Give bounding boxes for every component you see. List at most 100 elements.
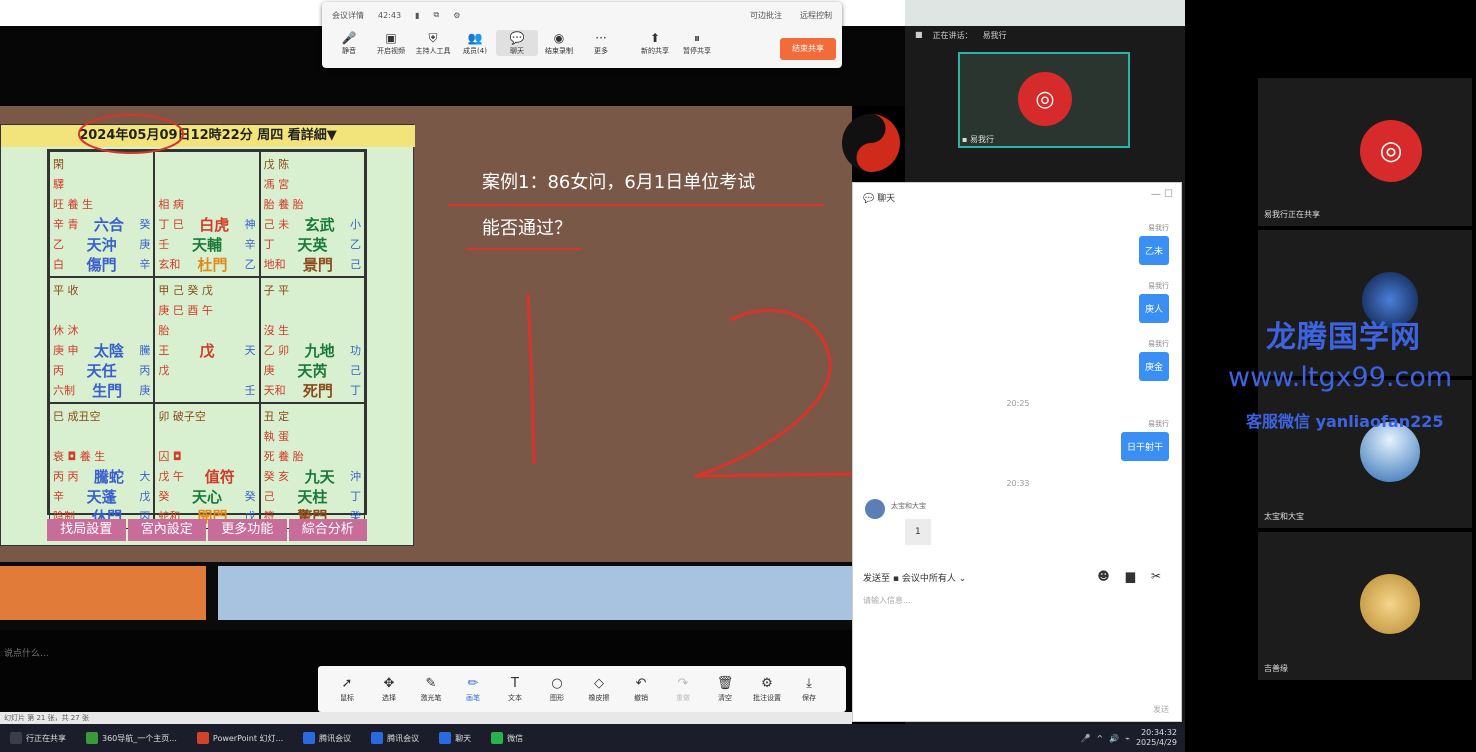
cell-star: 傷門: [86, 255, 117, 274]
cell-line: 胎: [158, 320, 255, 340]
chat-button[interactable]: 💬 聊天: [496, 30, 538, 56]
tool-redo[interactable]: ↷ 重做: [662, 675, 704, 703]
taskbar-item[interactable]: 微信: [481, 724, 533, 752]
cell-text: 胎: [158, 324, 170, 337]
chevron-down-icon: ⌄: [958, 574, 967, 584]
cell-line: 辛 天蓬 戊: [53, 486, 150, 506]
emoji-icon[interactable]: ☻: [1097, 569, 1110, 583]
chat-input[interactable]: 请输入信息...: [863, 595, 911, 606]
tool-clear[interactable]: 🗑 清空: [704, 675, 746, 703]
settings-icon[interactable]: ⚙: [453, 11, 460, 20]
wechat-icon: [491, 732, 504, 744]
cell-star: 天英: [297, 235, 328, 254]
minimize-icon[interactable]: —: [1151, 189, 1161, 200]
find-layout-button[interactable]: 找局設置: [47, 519, 126, 541]
tool-text[interactable]: T 文本: [494, 675, 536, 703]
screenshot-icon[interactable]: ✂: [1151, 569, 1161, 583]
cell-line: 執 蛋: [264, 426, 361, 446]
cell-line: 乙 天沖 庚: [53, 234, 150, 254]
board-cell[interactable]: 卯 破子空囚 ◘ 戊 午值符癸天心癸蛇和 開門戊: [154, 403, 260, 529]
cell-line: 平 收: [53, 280, 150, 300]
move-icon: ✥: [383, 676, 395, 691]
host-tools-button[interactable]: ⛨ 主持人工具: [412, 30, 454, 56]
cell-text: 驛: [53, 178, 64, 191]
board-cell[interactable]: 子 平沒 生乙 卯 九地 功庚 天芮 己天和 死門 丁: [259, 277, 365, 403]
cell-line: 卯 破子空: [158, 406, 255, 426]
cell-star: 生門: [92, 381, 123, 400]
taskbar-item[interactable]: 聊天: [429, 724, 481, 752]
participant-name: 吉善缘: [1264, 664, 1288, 673]
meeting-buttons: 🎤 静音 ▣ 开启视频 ⛨ 主持人工具 👥 成员(4) 💬 聊天 ◉ 结束录制 ··· 更多 …: [328, 30, 838, 64]
tool-shape[interactable]: ○ 图形: [536, 675, 578, 703]
comment-placeholder[interactable]: 说点什么...: [4, 646, 49, 659]
tool-select[interactable]: ✥ 选择: [368, 675, 410, 703]
cell-text: 地和: [263, 258, 286, 271]
send-to-selector[interactable]: 发送至 ▪ 会议中所有人 ⌄: [863, 571, 966, 584]
maximize-icon[interactable]: ☐: [1164, 189, 1173, 200]
chat-message: 易我行 日干射干: [1120, 419, 1169, 461]
taskbar-item[interactable]: 360导航_一个主页...: [76, 724, 187, 752]
cell-line: 己 未 玄武 小: [264, 214, 361, 234]
board-cell[interactable]: 閑驛旺 養 生辛 青 六合 癸乙 天沖 庚白 傷門 辛: [49, 151, 155, 277]
more-button[interactable]: ··· 更多: [580, 30, 622, 56]
meeting-timer: 42:43: [378, 10, 402, 20]
meeting-details-link[interactable]: 会议详情: [332, 10, 364, 21]
record-button[interactable]: ◉ 结束录制: [538, 30, 580, 56]
board-cell[interactable]: 相 病丁 巳 白虎 神壬 天輔 辛玄和 杜門 乙: [154, 151, 260, 277]
redo-icon: ↷: [677, 676, 689, 691]
chevron-up-icon[interactable]: ^: [1096, 734, 1103, 743]
board-cell[interactable]: 平 收休 沐庚 申 太陰 騰丙 天任 丙六制 生門 庚: [49, 277, 155, 403]
pen-icon: ✏: [467, 676, 479, 691]
participant-tile[interactable]: ◎ 易我行正在共享: [1258, 78, 1472, 226]
tool-undo[interactable]: ↶ 撤销: [620, 675, 662, 703]
tool-cursor[interactable]: ➚ 鼠标: [326, 675, 368, 703]
cell-text: 天和: [263, 384, 286, 397]
volume-icon[interactable]: 🔊: [1109, 734, 1119, 743]
cell-text: 白: [53, 258, 64, 271]
more-functions-button[interactable]: 更多功能: [208, 519, 287, 541]
annotate-toggle[interactable]: 可边批注: [750, 10, 782, 21]
video-button[interactable]: ▣ 开启视频: [370, 30, 412, 56]
palace-settings-button[interactable]: 宮內設定: [127, 519, 206, 541]
popout-icon[interactable]: ⧉: [433, 10, 439, 20]
board-cell[interactable]: 戊 陈馮 宮胎 養 胎己 未 玄武 小丁 天英 乙地和 景門 己: [259, 151, 365, 277]
taskbar-item[interactable]: PowerPoint 幻灯...: [187, 724, 293, 752]
members-button[interactable]: 👥 成员(4): [454, 30, 496, 56]
network-icon[interactable]: ⌁: [1125, 734, 1130, 743]
board-cell[interactable]: 丑 定執 蛋死 養 胎癸 亥九天沖己天柱丁符驚門癸: [259, 403, 365, 529]
cell-text: 卯 破子空: [158, 410, 206, 423]
cell-text: 死 養 胎: [263, 450, 304, 463]
tool-eraser[interactable]: ◇ 橡皮擦: [578, 675, 620, 703]
tool-settings[interactable]: ⚙ 批注设置: [746, 675, 788, 703]
mic-icon[interactable]: 🎤: [1081, 734, 1091, 743]
cell-text: 辛: [139, 258, 151, 271]
members-icon: 👥: [467, 31, 483, 45]
taskbar-item[interactable]: 腾讯会议: [361, 724, 429, 752]
participant-tile[interactable]: 吉善缘: [1258, 532, 1472, 680]
watermark-contact: 客服微信 yanliaofan225: [1246, 412, 1444, 431]
folder-icon[interactable]: ▆: [1126, 569, 1135, 583]
mute-button[interactable]: 🎤 静音: [328, 30, 370, 56]
eraser-icon: ◇: [594, 676, 604, 691]
tool-pen[interactable]: ✏ 画笔: [452, 675, 494, 703]
tool-save[interactable]: ⤓ 保存: [788, 675, 830, 703]
cell-star: 死門: [302, 381, 333, 400]
taskbar-item[interactable]: 腾讯会议: [293, 724, 361, 752]
analysis-button[interactable]: 綜合分析: [288, 519, 367, 541]
taskbar-item[interactable]: 行正在共享: [0, 724, 76, 752]
pause-share-button[interactable]: ⏸ 暂停共享: [676, 30, 718, 56]
cell-line: 閑: [53, 154, 150, 174]
system-tray: 🎤 ^ 🔊 ⌁ 20:34:32 2025/4/29: [1081, 724, 1178, 752]
send-button[interactable]: 发送: [1153, 704, 1169, 715]
cell-line: [158, 174, 255, 194]
tool-laser[interactable]: ✎ 激光笔: [410, 675, 452, 703]
participant-tile[interactable]: 太宝和大宝: [1258, 380, 1472, 528]
new-share-button[interactable]: ⬆ 新的共享: [634, 30, 676, 56]
meeting-info-row: 会议详情 42:43 ▮ ⧉ ⚙ 可边批注 远程控制: [332, 8, 832, 22]
board-cell[interactable]: 甲 己 癸 戊庚 巳 酉 午胎王戊天戊壬: [154, 277, 260, 403]
board-cell[interactable]: 巳 成丑空衰 ◘ 養 生丙 丙騰蛇大辛天蓬戊陰制 休門丙: [49, 403, 155, 529]
end-share-button[interactable]: 结束共享: [780, 38, 836, 60]
board-header[interactable]: 2024年05月09日12時22分 周四 看詳細▼: [1, 125, 415, 147]
clock[interactable]: 20:34:32 2025/4/29: [1136, 728, 1177, 748]
remote-control[interactable]: 远程控制: [800, 10, 832, 21]
